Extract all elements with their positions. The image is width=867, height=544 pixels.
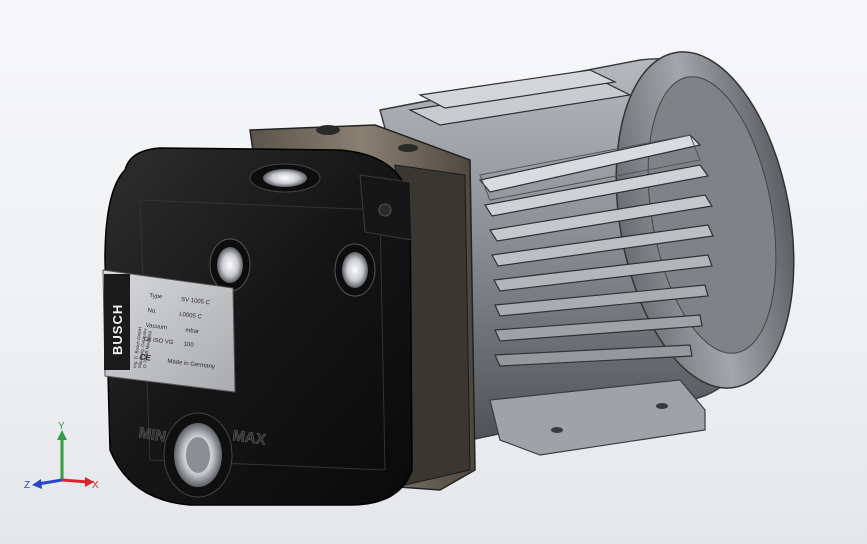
brand-logo: BUSCH <box>110 304 125 355</box>
cad-viewport[interactable]: MIN MAX BUSCH Ing. D. Busch GmbH Maulbur… <box>0 0 867 544</box>
ce-mark: CE <box>139 352 152 362</box>
plate-label-no: No. <box>147 308 157 315</box>
right-port <box>342 252 368 288</box>
z-axis-label: Z <box>24 480 30 491</box>
x-axis-label: X <box>92 480 99 491</box>
nameplate: BUSCH Ing. D. Busch GmbH Maulburg, Germa… <box>102 269 236 393</box>
top-port <box>263 169 307 187</box>
coordinate-triad: Y X Z <box>24 421 99 491</box>
x-axis-arrow <box>61 478 89 484</box>
left-port <box>217 247 243 283</box>
y-axis-label: Y <box>58 421 65 432</box>
z-axis-arrow <box>37 478 63 486</box>
pump-model[interactable]: MIN MAX BUSCH Ing. D. Busch GmbH Maulbur… <box>0 0 867 544</box>
